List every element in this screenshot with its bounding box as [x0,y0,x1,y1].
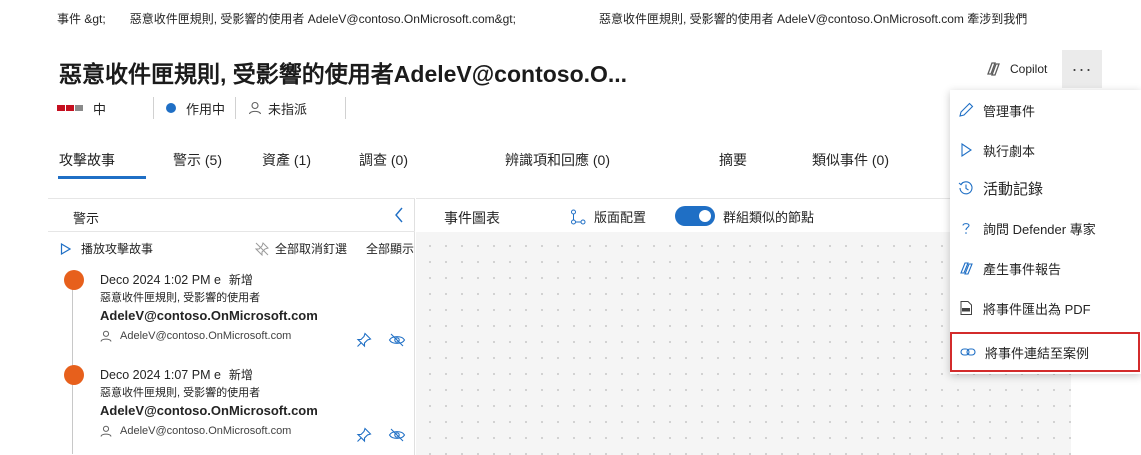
status-dot-icon [166,103,177,113]
alert-time-row: Deco 2024 1:07 PM e 新增 [100,366,253,383]
menu-item-run-playbook[interactable]: 執行劇本 [950,130,1141,170]
toggle-switch[interactable] [675,206,715,226]
menu-item-label: 執行劇本 [983,143,1036,159]
tab-evidence-response[interactable]: 辨識項和回應 (0) [505,150,610,170]
severity-bar-icon [66,105,74,111]
alerts-panel-header: 警示 [48,198,415,232]
divider [345,97,347,119]
chevron-left-icon[interactable] [391,205,407,225]
alert-status: 新增 [228,273,253,287]
menu-item-label: 將事件匯出為 PDF [983,301,1091,317]
incident-status-bar: 中 作用中 未指派 [57,96,347,120]
alerts-panel: 警示 播放攻擊故事 全部取消釘選 全部顯示 Deco 2024 1:02 PM … [48,198,415,455]
alert-time: Deco 2024 1:07 PM e [100,368,221,382]
alert-user: AdeleV@contoso.OnMicrosoft.com [120,330,292,342]
breadcrumb: 事件 &gt; 惡意收件匣規則, 受影響的使用者 AdeleV@contoso.O… [57,10,516,27]
more-options-menu: 管理事件 執行劇本 活動記錄 詢問 Defender 專家 產生事件報告 將事件… [950,90,1141,374]
person-icon [100,425,112,437]
menu-item-link-to-case[interactable]: 將事件連結至案例 [950,332,1140,372]
severity-label: 中 [93,101,107,117]
more-options-button[interactable]: ··· [1062,50,1102,88]
pin-icon[interactable] [356,332,372,348]
severity-bar-icon [75,105,83,111]
history-icon [958,181,973,195]
play-icon [961,142,972,158]
question-icon [962,223,970,234]
alert-user-row: AdeleV@contoso.OnMicrosoft.com [100,330,291,342]
state-status[interactable]: 作用中 [166,99,225,118]
play-label: 播放攻擊故事 [81,242,154,256]
page-title: 惡意收件匣規則, 受影響的使用者AdeleV@contoso.O... [59,61,628,87]
assignee-status[interactable]: 未指派 [248,99,307,118]
alert-title: 惡意收件匣規則, 受影響的使用者 [100,387,261,399]
layout-icon [571,209,586,224]
menu-item-ask-defender-experts[interactable]: 詢問 Defender 專家 [950,208,1141,248]
copilot-icon [960,262,973,275]
tab-investigations[interactable]: 調查 (0) [359,150,408,170]
tab-alerts[interactable]: 警示 (5) [173,150,222,170]
alert-account: AdeleV@contoso.OnMicrosoft.com [100,403,318,418]
menu-item-label: 將事件連結至案例 [985,345,1090,361]
copilot-button[interactable]: Copilot [984,60,1047,78]
hide-icon[interactable] [388,332,406,348]
divider [235,97,237,119]
group-similar-label: 群組類似的節點 [723,209,815,225]
show-all-button[interactable]: 全部顯示 [366,240,414,257]
menu-item-label: 管理事件 [983,103,1036,119]
breadcrumb-root[interactable]: 事件 &gt; [57,12,106,26]
alert-user: AdeleV@contoso.OnMicrosoft.com [120,425,292,437]
breadcrumb-extended: 惡意收件匣規則, 受影響的使用者 AdeleV@contoso.OnMicros… [599,12,1028,26]
alerts-actions: 播放攻擊故事 全部取消釘選 全部顯示 [48,236,415,258]
alert-item[interactable]: Deco 2024 1:07 PM e 新增 惡意收件匣規則, 受影響的使用者 A… [48,363,415,453]
graph-title: 事件圖表 [444,210,500,226]
state-label: 作用中 [186,101,226,117]
incident-tabs: 攻擊故事 警示 (5) 資產 (1) 調查 (0) 辨識項和回應 (0) 摘要 … [0,141,930,181]
alert-title: 惡意收件匣規則, 受影響的使用者 [100,292,261,304]
menu-item-manage-incident[interactable]: 管理事件 [950,90,1141,130]
active-tab-indicator [58,176,146,179]
layout-label: 版面配置 [594,210,647,225]
play-icon [60,242,71,255]
breadcrumb-incident[interactable]: 惡意收件匣規則, 受影響的使用者 AdeleV@contoso.OnMicros… [130,12,516,26]
menu-item-label: 詢問 Defender 專家 [983,221,1096,237]
unpin-all-label: 全部取消釘選 [275,242,348,256]
tab-similar-incidents[interactable]: 類似事件 (0) [812,150,889,170]
hide-icon[interactable] [388,427,406,443]
link-icon [960,348,976,356]
person-icon [248,101,262,115]
menu-item-label: 活動記錄 [983,180,1044,198]
divider [153,97,155,119]
copilot-label: Copilot [1010,62,1048,76]
person-icon [100,330,112,342]
alert-user-row: AdeleV@contoso.OnMicrosoft.com [100,425,291,437]
alert-time-row: Deco 2024 1:02 PM e 新增 [100,271,253,288]
copilot-icon [987,62,1000,76]
severity-indicator: 中 [57,99,106,118]
alert-status: 新增 [228,368,253,382]
menu-item-export-pdf[interactable]: 將事件匯出為 PDF [950,288,1141,328]
play-attack-story-button[interactable]: 播放攻擊故事 [60,240,153,257]
pin-icon[interactable] [356,427,372,443]
alert-time: Deco 2024 1:02 PM e [100,273,221,287]
alert-severity-dot [64,270,84,290]
menu-item-generate-report[interactable]: 產生事件報告 [950,248,1141,288]
alert-severity-dot [64,365,84,385]
layout-button[interactable]: 版面配置 [570,207,646,226]
unpin-all-button[interactable]: 全部取消釘選 [255,240,347,257]
assignee-label: 未指派 [268,101,308,117]
tab-summary[interactable]: 摘要 [719,150,747,170]
pencil-icon [959,102,974,117]
tab-attack-story[interactable]: 攻擊故事 [59,150,115,170]
alert-item[interactable]: Deco 2024 1:02 PM e 新增 惡意收件匣規則, 受影響的使用者 A… [48,268,415,358]
menu-item-label: 產生事件報告 [983,261,1062,277]
tab-assets[interactable]: 資產 (1) [262,150,311,170]
alerts-panel-title: 警示 [73,211,100,226]
group-similar-toggle[interactable]: 群組類似的節點 [675,206,814,226]
alert-account: AdeleV@contoso.OnMicrosoft.com [100,308,318,323]
unpin-icon [255,241,269,256]
menu-item-activity-log[interactable]: 活動記錄 [950,168,1141,208]
severity-bar-icon [57,105,65,111]
pdf-icon [960,301,972,315]
